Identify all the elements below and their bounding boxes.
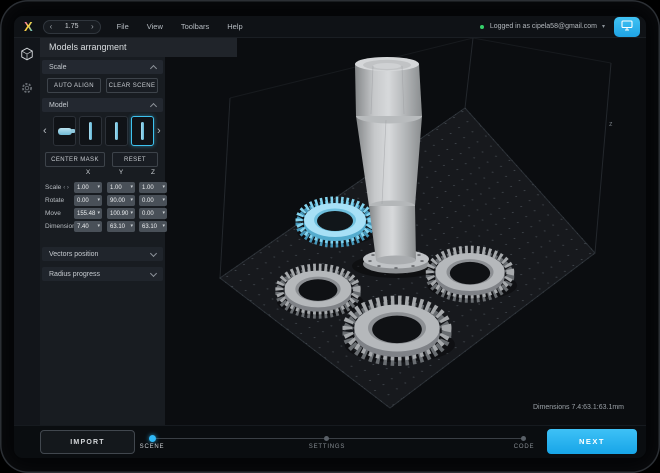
model-section-label: Model xyxy=(49,102,68,109)
vectors-position-label: Vectors position xyxy=(49,251,98,258)
scale-y-field[interactable]: 1.00▾ xyxy=(107,182,135,193)
dimensions-z-field[interactable]: 63.10▾ xyxy=(139,221,167,232)
carousel-left-icon[interactable]: ‹ xyxy=(43,125,47,137)
dropdown-caret-icon: ▾ xyxy=(130,224,133,229)
move-y-field[interactable]: 100.90▾ xyxy=(107,208,135,219)
app-window: X ‹ 1.75 › File View Toolbars Help Logge… xyxy=(14,16,646,458)
column-header-x: X xyxy=(74,169,102,176)
stepper-line xyxy=(152,438,523,439)
row-label-move: Move xyxy=(45,208,61,219)
dropdown-caret-icon: ▾ xyxy=(97,224,100,229)
online-status-dot xyxy=(480,25,484,29)
chevron-right-icon[interactable]: › xyxy=(91,23,94,31)
dimensions-x-field[interactable]: 7.40▾ xyxy=(74,221,102,232)
dropdown-caret-icon: ▾ xyxy=(162,224,165,229)
clear-scene-button[interactable]: CLEAR SCENE xyxy=(106,78,158,93)
dropdown-caret-icon: ▾ xyxy=(97,198,100,203)
next-button[interactable]: NEXT xyxy=(547,429,637,454)
send-to-device-button[interactable] xyxy=(614,17,640,37)
filament-size-value: 1.75 xyxy=(65,23,79,30)
rotate-y-field[interactable]: 90.00▾ xyxy=(107,195,135,206)
rotate-z-field[interactable]: 0.00▾ xyxy=(139,195,167,206)
logged-in-account-label[interactable]: Logged in as cipela58@gmail.com xyxy=(490,23,597,30)
dimensions-y-field[interactable]: 63.10▾ xyxy=(107,221,135,232)
column-header-z: Z xyxy=(139,169,167,176)
menu-toolbars[interactable]: Toolbars xyxy=(181,22,209,31)
import-button[interactable]: IMPORT xyxy=(40,430,135,454)
reset-button[interactable]: RESET xyxy=(112,152,158,167)
menu-bar: X ‹ 1.75 › File View Toolbars Help Logge… xyxy=(14,16,646,38)
model-preview-cylinder xyxy=(58,128,72,135)
tool-rail xyxy=(14,38,40,425)
dropdown-caret-icon: ▾ xyxy=(97,211,100,216)
chevron-left-icon[interactable]: ‹ xyxy=(50,23,53,31)
scale-section-header[interactable]: Scale xyxy=(42,60,163,74)
scale-section-label: Scale xyxy=(49,64,67,71)
radius-progress-section[interactable]: Radius progress xyxy=(42,267,163,281)
dropdown-caret-icon: ▾ xyxy=(162,185,165,190)
model-thumbnail-3[interactable] xyxy=(105,116,128,146)
dropdown-caret-icon: ▾ xyxy=(130,185,133,190)
chevron-up-icon xyxy=(150,102,157,109)
monitor-icon xyxy=(621,18,633,36)
menu-items: File View Toolbars Help xyxy=(117,22,243,31)
move-z-field[interactable]: 0.00▾ xyxy=(139,208,167,219)
step-label-scene[interactable]: SCENE xyxy=(135,444,169,450)
dropdown-caret-icon: ▾ xyxy=(162,198,165,203)
step-dot-settings[interactable] xyxy=(324,436,329,441)
scale-x-field[interactable]: 1.00▾ xyxy=(74,182,102,193)
step-label-settings[interactable]: SETTINGS xyxy=(305,444,349,450)
panel-title: Models arrangment xyxy=(40,38,237,57)
filament-size-stepper[interactable]: ‹ 1.75 › xyxy=(43,20,101,34)
chevron-down-icon xyxy=(150,269,157,276)
chevron-down-icon xyxy=(150,249,157,256)
dropdown-caret-icon: ▾ xyxy=(130,211,133,216)
radius-progress-label: Radius progress xyxy=(49,271,100,278)
models-cube-icon[interactable] xyxy=(20,47,34,66)
step-dot-code[interactable] xyxy=(521,436,526,441)
device-frame: X ‹ 1.75 › File View Toolbars Help Logge… xyxy=(0,0,660,473)
dropdown-caret-icon: ▾ xyxy=(162,211,165,216)
row-label-scale: Scale‹ › xyxy=(45,182,69,193)
model-thumbnail-1[interactable] xyxy=(53,116,76,146)
dimensions-readout: Dimensions 7.4:63.1:63.1mm xyxy=(533,404,624,411)
model-thumbnail-2[interactable] xyxy=(79,116,102,146)
model-preview-rod xyxy=(141,122,144,140)
model-preview-rod xyxy=(89,122,92,140)
model-preview-rod xyxy=(115,122,118,140)
carousel-right-icon[interactable]: › xyxy=(157,125,161,137)
axis-z-label: z xyxy=(609,121,613,128)
step-label-code[interactable]: CODE xyxy=(508,444,540,450)
scale-z-field[interactable]: 1.00▾ xyxy=(139,182,167,193)
app-logo: X xyxy=(24,20,33,33)
model-thumbnail-4-selected[interactable] xyxy=(131,116,154,146)
model-section-header[interactable]: Model xyxy=(42,98,163,112)
dropdown-caret-icon: ▾ xyxy=(97,185,100,190)
account-caret-icon[interactable]: ▾ xyxy=(602,23,605,30)
dropdown-caret-icon: ▾ xyxy=(130,198,133,203)
menu-view[interactable]: View xyxy=(147,22,163,31)
footer-bar: IMPORT SCENE SETTINGS CODE NEXT xyxy=(14,425,646,458)
column-header-y: Y xyxy=(107,169,135,176)
menu-help[interactable]: Help xyxy=(227,22,242,31)
scale-stepper-icons[interactable]: ‹ › xyxy=(63,185,69,191)
vectors-position-section[interactable]: Vectors position xyxy=(42,247,163,261)
center-mask-button[interactable]: CENTER MASK xyxy=(45,152,105,167)
chevron-up-icon xyxy=(150,64,157,71)
auto-align-button[interactable]: AUTO ALIGN xyxy=(47,78,101,93)
move-x-field[interactable]: 155.48▾ xyxy=(74,208,102,219)
models-panel: Scale AUTO ALIGN CLEAR SCENE Model ‹ › C… xyxy=(40,57,165,425)
settings-gear-icon[interactable] xyxy=(20,81,34,100)
row-label-rotate: Rotate xyxy=(45,195,64,206)
step-dot-scene[interactable] xyxy=(149,435,156,442)
rotate-x-field[interactable]: 0.00▾ xyxy=(74,195,102,206)
menu-file[interactable]: File xyxy=(117,22,129,31)
